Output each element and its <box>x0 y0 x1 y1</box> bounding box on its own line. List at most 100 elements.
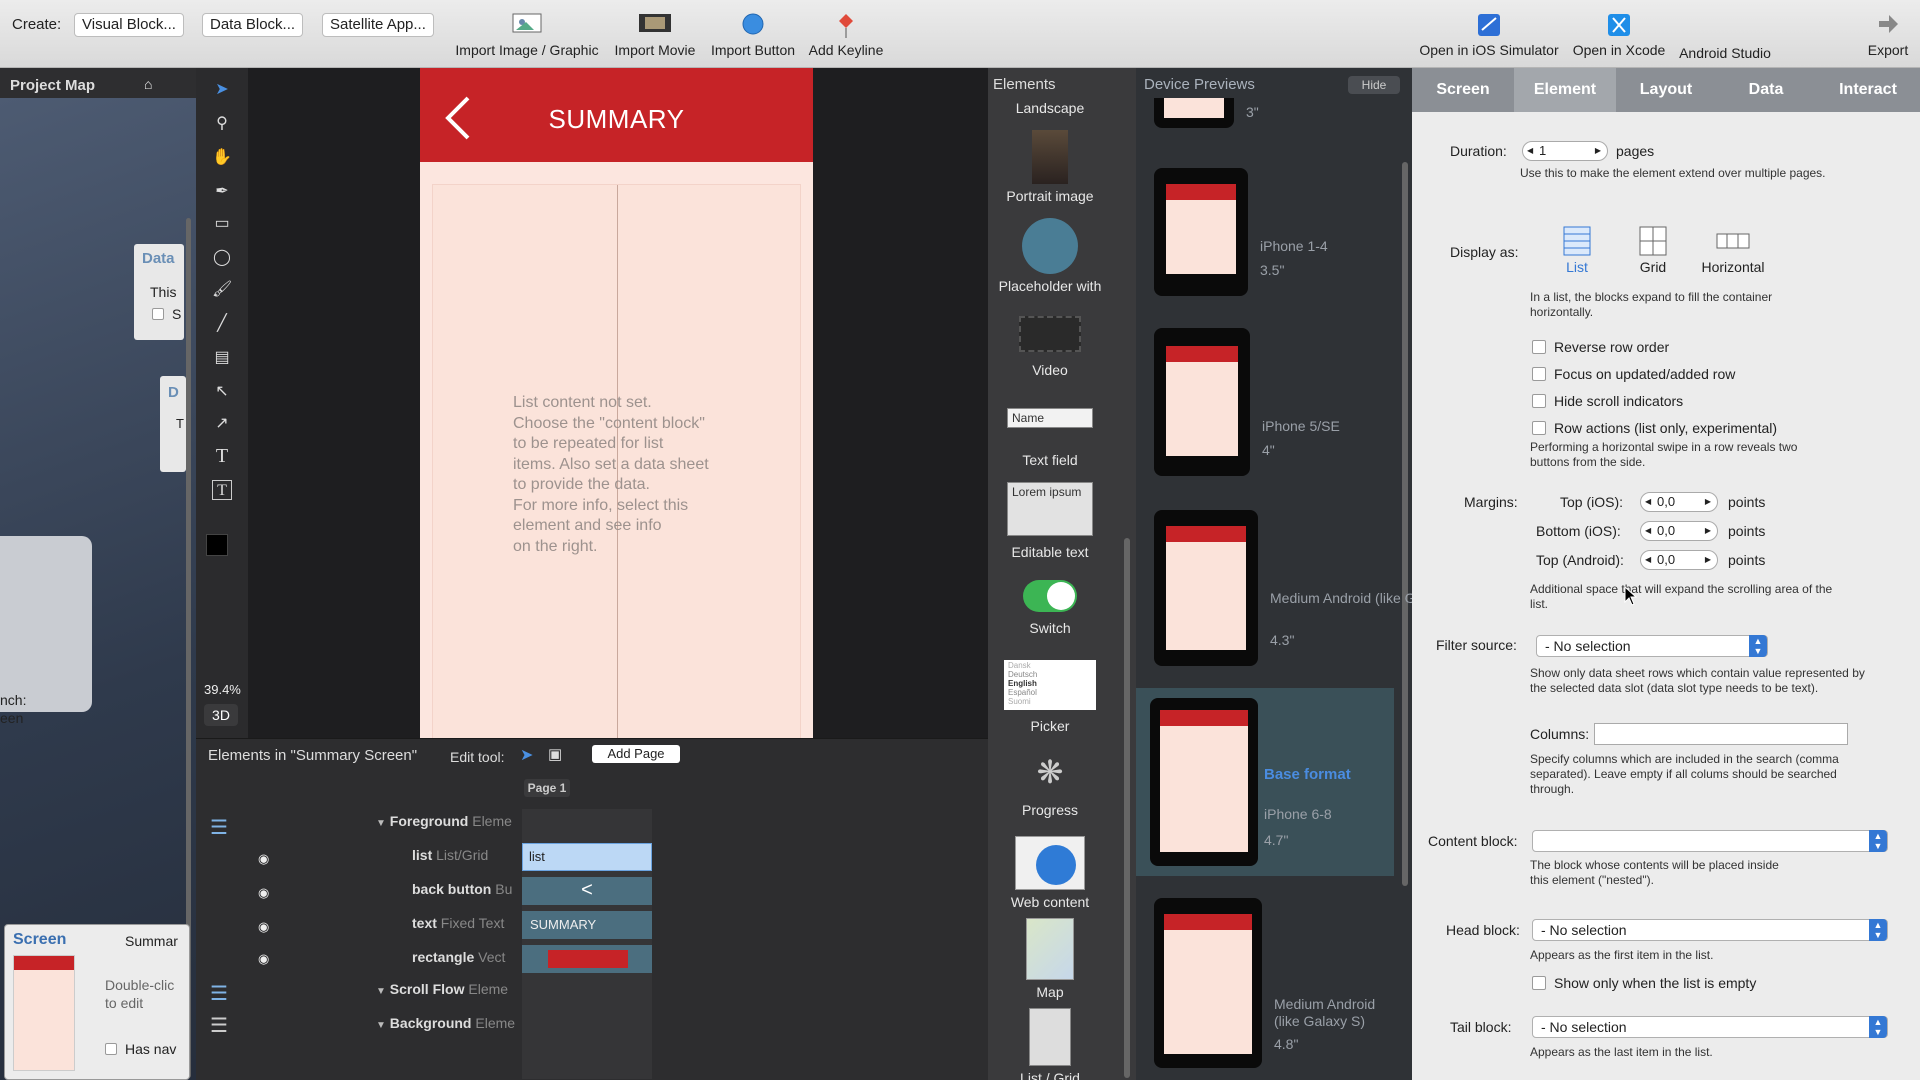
eye-icon[interactable]: ◉ <box>258 951 269 967</box>
page-cell-text[interactable]: SUMMARY <box>522 911 652 939</box>
stepper-right-icon[interactable]: ▶ <box>1705 551 1711 569</box>
pointer-tool-icon[interactable]: ➤ <box>212 80 232 100</box>
library-item-editable-text[interactable]: Lorem ipsum Editable text <box>988 482 1112 560</box>
margin-top-ios-stepper[interactable]: ◀ 0,0 ▶ <box>1640 492 1718 512</box>
open-ios-simulator-button[interactable]: Open in iOS Simulator <box>1416 12 1562 58</box>
node-select-tool-icon[interactable]: ↗ <box>212 414 232 434</box>
ellipse-tool-icon[interactable]: ◯ <box>212 248 232 268</box>
filter-source-select[interactable]: - No selection ▲ ▼ <box>1536 635 1768 657</box>
text-tool-icon[interactable]: T <box>212 446 232 466</box>
page-cell-back-button[interactable]: < <box>522 877 652 905</box>
row-actions-checkbox[interactable] <box>1532 421 1546 435</box>
previews-scrollbar[interactable] <box>1402 162 1408 886</box>
edit-pointer-icon[interactable]: ➤ <box>520 745 533 765</box>
data-block-card-2[interactable]: D T <box>160 376 186 472</box>
page-cell-list[interactable]: list <box>522 843 652 871</box>
duration-stepper[interactable]: ◀ 1 ▶ <box>1522 141 1608 161</box>
rectangle-tool-icon[interactable]: ▭ <box>212 214 232 234</box>
library-scrollbar[interactable] <box>1124 538 1130 1078</box>
export-button[interactable]: Export <box>1860 12 1916 58</box>
tree-row-scroll-flow[interactable]: ▼ Scroll Flow Eleme <box>376 981 520 997</box>
launch-card[interactable]: nch: een <box>0 536 92 726</box>
hand-tool-icon[interactable]: ✋ <box>212 148 232 168</box>
android-studio-button[interactable]: Android Studio <box>1672 45 1778 61</box>
device-preview-base-format[interactable]: Base format iPhone 6-8 4.7" <box>1136 688 1394 876</box>
fill-color-swatch[interactable] <box>206 534 228 556</box>
stepper-left-icon[interactable]: ◀ <box>1527 142 1533 160</box>
edit-timeline-icon[interactable]: ▣ <box>548 745 562 763</box>
device-preview-medium-android-core[interactable]: Medium Android (like Galaxy Core/Ace 4.3… <box>1144 510 1510 666</box>
list-element[interactable]: List content not set. Choose the "conten… <box>432 184 801 738</box>
tab-screen[interactable]: Screen <box>1412 68 1514 112</box>
show-only-empty-checkbox[interactable] <box>1532 976 1546 990</box>
tree-row-list[interactable]: list List/Grid <box>412 847 520 863</box>
data-block-card[interactable]: Data This S <box>134 244 184 340</box>
tree-row-back-button[interactable]: back button Bu <box>412 881 520 897</box>
line-tool-icon[interactable]: ╱ <box>212 314 232 334</box>
library-item-switch[interactable]: Switch <box>988 580 1112 636</box>
phone-header-bar[interactable]: SUMMARY <box>420 68 813 162</box>
background-layer-icon[interactable]: ☰ <box>210 1013 228 1038</box>
tab-interact[interactable]: Interact <box>1816 68 1920 112</box>
tab-layout[interactable]: Layout <box>1616 68 1716 112</box>
direct-select-tool-icon[interactable]: ↖ <box>212 382 232 402</box>
page-1-label[interactable]: Page 1 <box>524 779 570 797</box>
import-movie-button[interactable]: Import Movie <box>608 12 702 58</box>
add-page-button[interactable]: Add Page <box>592 745 680 763</box>
tree-row-rectangle[interactable]: rectangle Vect <box>412 949 520 965</box>
hide-previews-button[interactable]: Hide <box>1348 76 1400 94</box>
reverse-row-order-checkbox[interactable] <box>1532 340 1546 354</box>
add-keyline-button[interactable]: Add Keyline <box>804 12 888 58</box>
library-item-video[interactable]: Video <box>988 316 1112 378</box>
stepper-left-icon[interactable]: ◀ <box>1645 551 1651 569</box>
device-preview-medium-android-s[interactable]: Medium Android (like Galaxy S) 4.8" <box>1144 898 1400 1068</box>
stepper-left-icon[interactable]: ◀ <box>1645 493 1651 511</box>
library-item-text-field[interactable]: Name Text field <box>988 408 1112 468</box>
import-image-button[interactable]: Import Image / Graphic <box>452 12 602 58</box>
display-list-option[interactable]: List <box>1552 226 1602 275</box>
display-grid-option[interactable]: Grid <box>1628 226 1678 275</box>
tab-element[interactable]: Element <box>1514 68 1616 112</box>
disclosure-triangle-icon[interactable]: ▼ <box>376 818 386 829</box>
library-item-portrait-image[interactable]: Portrait image <box>988 130 1112 204</box>
stepper-left-icon[interactable]: ◀ <box>1645 522 1651 540</box>
margin-bottom-ios-stepper[interactable]: ◀ 0,0 ▶ <box>1640 521 1718 541</box>
device-preview-iphone-5-se[interactable]: iPhone 5/SE 4" <box>1144 328 1400 476</box>
stepper-right-icon[interactable]: ▶ <box>1595 142 1601 160</box>
summary-screen-card[interactable]: Screen Summar Double-clic to edit Has na… <box>4 924 190 1080</box>
head-block-select[interactable]: - No selection ▲ ▼ <box>1532 919 1888 941</box>
has-nav-checkbox[interactable] <box>105 1043 117 1055</box>
hide-scroll-indicators-checkbox[interactable] <box>1532 394 1546 408</box>
phone-title[interactable]: SUMMARY <box>420 104 813 135</box>
margin-top-android-stepper[interactable]: ◀ 0,0 ▶ <box>1640 550 1718 570</box>
phone-screen-preview[interactable]: SUMMARY List content not set. Choose the… <box>420 68 813 738</box>
tree-row-foreground[interactable]: ▼ Foreground Eleme <box>376 813 520 829</box>
visual-block-button[interactable]: Visual Block... <box>74 13 184 37</box>
library-item-map[interactable]: Map <box>988 918 1112 1000</box>
data-card-checkbox[interactable] <box>152 308 164 320</box>
eye-icon[interactable]: ◉ <box>258 851 269 867</box>
focus-updated-row-checkbox[interactable] <box>1532 367 1546 381</box>
tab-data[interactable]: Data <box>1716 68 1816 112</box>
library-item-picker[interactable]: Dansk Deutsch English Español Suomi Pick… <box>988 660 1112 734</box>
library-item-landscape[interactable]: Landscape <box>988 100 1112 116</box>
device-preview-partial[interactable] <box>1154 98 1234 128</box>
text-box-tool-icon[interactable]: T <box>212 480 232 500</box>
eye-icon[interactable]: ◉ <box>258 919 269 935</box>
device-preview-iphone-1-4[interactable]: iPhone 1-4 3.5" <box>1144 168 1400 296</box>
open-xcode-button[interactable]: Open in Xcode <box>1568 12 1670 58</box>
gradient-tool-icon[interactable]: ▤ <box>212 348 232 368</box>
columns-input[interactable] <box>1594 723 1848 745</box>
3d-button[interactable]: 3D <box>204 704 238 726</box>
stepper-right-icon[interactable]: ▶ <box>1705 493 1711 511</box>
library-item-placeholder[interactable]: Placeholder with <box>988 218 1112 294</box>
disclosure-triangle-icon[interactable]: ▼ <box>376 986 386 997</box>
disclosure-triangle-icon[interactable]: ▼ <box>376 1020 386 1031</box>
tree-row-background[interactable]: ▼ Background Eleme <box>376 1015 520 1031</box>
scroll-flow-layer-icon[interactable]: ☰ <box>210 981 228 1006</box>
satellite-app-button[interactable]: Satellite App... <box>322 13 434 37</box>
zoom-tool-icon[interactable]: ⚲ <box>212 114 232 134</box>
content-block-select[interactable]: ▲ ▼ <box>1532 830 1888 852</box>
tail-block-select[interactable]: - No selection ▲ ▼ <box>1532 1016 1888 1038</box>
tree-row-text[interactable]: text Fixed Text <box>412 915 520 931</box>
